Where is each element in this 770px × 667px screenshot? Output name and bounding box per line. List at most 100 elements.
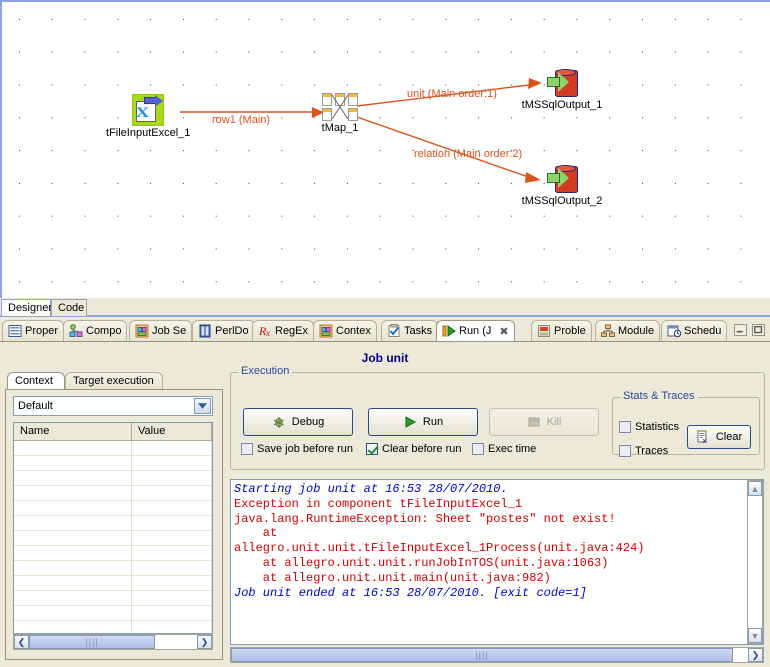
scroll-track[interactable] [748, 496, 762, 628]
node-tmssqloutput-2[interactable]: tMSSqlOutput_2 [520, 164, 604, 207]
excel-input-icon: X [132, 94, 164, 126]
table-row[interactable] [14, 441, 212, 456]
tab-job-settings[interactable]: Job Se [129, 320, 193, 341]
tab-modules[interactable]: Module [595, 320, 661, 341]
context-select[interactable]: Default [13, 396, 213, 416]
table-row[interactable] [14, 621, 212, 633]
tab-scheduler[interactable]: Schedu [661, 320, 728, 341]
minimize-icon[interactable] [734, 324, 747, 336]
table-row[interactable] [14, 591, 212, 606]
clear-button[interactable]: x Clear [687, 425, 751, 449]
chevron-down-icon[interactable] [194, 398, 211, 414]
run-icon [442, 324, 456, 338]
checkbox-label: Exec time [488, 443, 537, 455]
table-row[interactable] [14, 471, 212, 486]
stats-traces-legend: Stats & Traces [620, 390, 698, 402]
scroll-thumb[interactable]: |||| [231, 648, 733, 662]
console-horizontal-scrollbar[interactable]: |||| ❯ [230, 647, 764, 663]
tab-component[interactable]: Compo [63, 320, 128, 341]
tab-label: RegEx [275, 325, 309, 337]
table-row[interactable] [14, 501, 212, 516]
chevron-right-icon[interactable]: ❯ [748, 648, 763, 662]
checkbox-box[interactable] [619, 445, 631, 457]
table-row[interactable] [14, 456, 212, 471]
run-button[interactable]: Run [368, 408, 478, 436]
chevron-right-icon[interactable]: ❯ [197, 635, 212, 649]
chevron-left-icon[interactable]: ❮ [14, 635, 29, 649]
checkbox-label: Clear before run [382, 443, 462, 455]
tab-perl-doc[interactable]: PerlDo [192, 320, 255, 341]
scroll-track[interactable]: |||| [231, 648, 748, 662]
checkbox-box[interactable] [366, 443, 378, 455]
tab-context-sub[interactable]: Context [7, 372, 65, 389]
node-tmap-1[interactable]: tMap_1 [304, 93, 376, 134]
tab-problems[interactable]: Proble [531, 320, 592, 341]
table-row[interactable] [14, 516, 212, 531]
tab-label: Compo [86, 325, 122, 337]
job-designer-canvas[interactable]: X tFileInputExcel_1 tMap_1 tMSSqlOutput_… [0, 0, 770, 298]
node-tmssqloutput-1[interactable]: tMSSqlOutput_1 [520, 68, 604, 111]
checkbox-box[interactable] [241, 443, 253, 455]
tab-designer[interactable]: Designer [1, 299, 52, 316]
tab-target-execution[interactable]: Target execution [65, 372, 163, 389]
run-play-icon [403, 415, 417, 429]
statistics-checkbox[interactable]: Statistics [619, 421, 679, 433]
context-horizontal-scrollbar[interactable]: ❮ |||| ❯ [13, 634, 213, 650]
scroll-track[interactable]: |||| [29, 635, 197, 649]
close-icon[interactable]: ✖ [499, 325, 508, 338]
perl-doc-icon [198, 324, 212, 338]
context-variables-table[interactable]: Name Value [13, 422, 213, 634]
scheduler-icon [667, 324, 682, 338]
console-line: Starting job unit at 16:53 28/07/2010. [234, 482, 508, 496]
console-line: at allegro.unit.unit.main(unit.java:982) [234, 570, 551, 585]
debug-button[interactable]: Debug [243, 408, 353, 436]
clear-before-run-checkbox[interactable]: Clear before run [366, 443, 462, 455]
node-tfileinputexcel-1[interactable]: X tFileInputExcel_1 [106, 94, 190, 139]
traces-checkbox[interactable]: Traces [619, 445, 668, 457]
console-scroll-area[interactable]: Starting job unit at 16:53 28/07/2010. Ex… [231, 480, 747, 644]
context-icon [319, 324, 333, 338]
properties-icon [8, 324, 22, 338]
console-line: allegro.unit.unit.tFileInputExcel_1Proce… [234, 541, 645, 556]
console-line: Exception in component tFileInputExcel_1 [234, 496, 523, 511]
checkbox-label: Save job before run [257, 443, 354, 455]
table-row[interactable] [14, 486, 212, 501]
table-row[interactable] [14, 576, 212, 591]
chevron-down-icon[interactable]: ▼ [748, 628, 762, 643]
save-job-before-run-checkbox[interactable]: Save job before run [241, 443, 353, 455]
link-label-unit[interactable]: unit (Main order:1) [407, 88, 497, 100]
checkbox-box[interactable] [472, 443, 484, 455]
link-label-relation[interactable]: relation (Main order:2) [414, 148, 522, 160]
exec-time-checkbox[interactable]: Exec time [472, 443, 536, 455]
job-settings-icon [135, 324, 149, 338]
column-header-name: Name [14, 423, 132, 440]
link-label-row1[interactable]: row1 (Main) [212, 114, 270, 126]
table-row[interactable] [14, 606, 212, 621]
editor-tab-bar: Designer Code [0, 298, 770, 317]
console-output[interactable]: Starting job unit at 16:53 28/07/2010. Ex… [230, 479, 764, 645]
tmap-icon [322, 93, 358, 121]
checkbox-box[interactable] [619, 421, 631, 433]
tab-code[interactable]: Code [51, 299, 87, 316]
tab-run-job[interactable]: Run (J ✖ [436, 320, 515, 341]
execution-legend: Execution [238, 365, 293, 377]
tab-regex[interactable]: Rx RegEx [252, 320, 315, 341]
chevron-up-icon[interactable]: ▲ [748, 481, 762, 496]
scroll-thumb[interactable]: |||| [29, 635, 155, 649]
maximize-icon[interactable] [752, 324, 765, 336]
database-output-icon [546, 68, 578, 98]
run-button-label: Run [422, 416, 444, 428]
table-row[interactable] [14, 531, 212, 546]
table-row[interactable] [14, 561, 212, 576]
checkbox-label: Traces [635, 445, 669, 457]
tab-properties[interactable]: Proper [2, 320, 65, 341]
kill-button: Kill [489, 408, 599, 436]
tab-tasks[interactable]: Tasks [381, 320, 439, 341]
tab-context[interactable]: Contex [313, 320, 377, 341]
debug-button-label: Debug [291, 416, 325, 428]
modules-icon [601, 324, 615, 338]
view-tab-bar: Proper Compo Job Se PerlDo Rx RegEx Cont… [0, 319, 770, 341]
console-vertical-scrollbar[interactable]: ▲ ▼ [747, 480, 763, 644]
table-row[interactable] [14, 546, 212, 561]
console-lines: Starting job unit at 16:53 28/07/2010. Ex… [234, 482, 747, 600]
